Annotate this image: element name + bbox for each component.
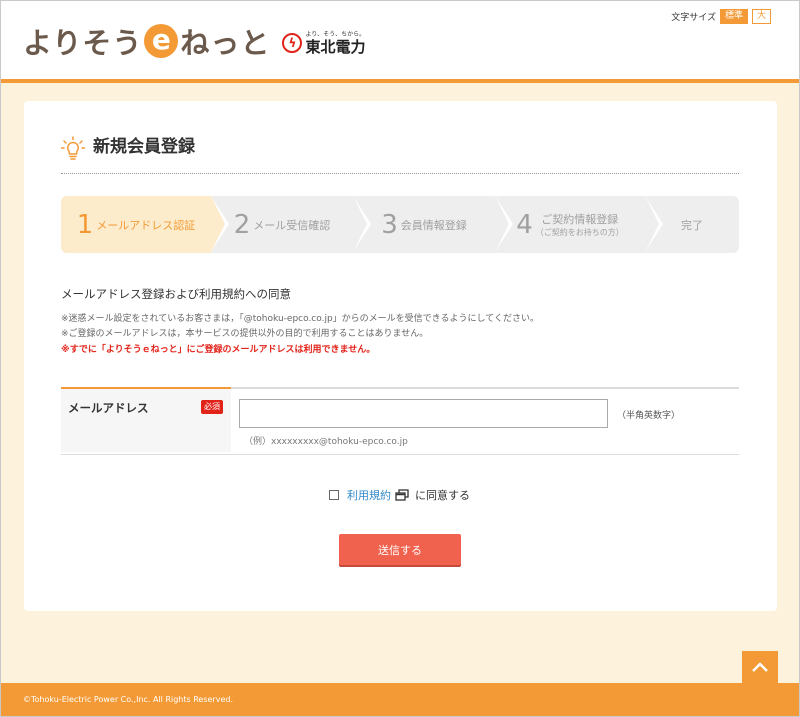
step-mail-confirm: 2 メール受信確認 [211, 196, 371, 253]
required-badge: 必須 [201, 400, 223, 414]
site-footer: ©Tohoku-Electric Power Co.,Inc. All Righ… [1, 683, 799, 716]
step-number: 1 [76, 209, 94, 240]
logo-e-mark: e [144, 24, 179, 58]
terms-agreement: 利用規約 に同意する [329, 487, 470, 503]
logo-text-2: ねっと [180, 26, 271, 60]
agree-text: に同意する [415, 489, 470, 502]
brand-logo: ϟ より、そう、ちから。 東北電力 [282, 31, 365, 55]
email-form-row: メールアドレス 必須 （半角英数字） （例）xxxxxxxxx@tohoku-e… [61, 387, 739, 455]
font-size-label: 文字サイズ [671, 13, 716, 23]
notice-line-spam: ※迷惑メール設定をされているお客さまは，「@tohoku-epco.co.jp」… [61, 314, 539, 324]
copyright-text: ©Tohoku-Electric Power Co.,Inc. All Righ… [23, 695, 234, 704]
step-label: ご契約情報登録 [541, 213, 619, 226]
step-sublabel: （ご契約をお持ちの方） [535, 228, 624, 237]
site-logo[interactable]: よりそう e ねっと ϟ より、そう、ちから。 東北電力 [23, 21, 365, 61]
external-window-icon [395, 489, 409, 501]
lightning-icon: ϟ [282, 33, 303, 53]
logo-text-1: よりそう [23, 26, 143, 60]
progress-steps: 1 メールアドレス認証 2 メール受信確認 3 会員情報登録 4 ご契約情報登録… [61, 196, 739, 253]
step-label: 会員情報登録 [400, 218, 467, 232]
step-number: 3 [381, 209, 398, 240]
page-title-text: 新規会員登録 [93, 137, 195, 157]
back-to-top-button[interactable] [742, 651, 778, 683]
email-field-cell: （半角英数字） （例）xxxxxxxxx@tohoku-epco.co.jp [231, 389, 739, 454]
submit-button[interactable]: 送信する [339, 534, 461, 565]
email-input[interactable] [239, 399, 608, 428]
agree-checkbox[interactable] [329, 490, 339, 500]
hankaku-hint: （半角英数字） [617, 411, 681, 421]
site-header: よりそう e ねっと ϟ より、そう、ちから。 東北電力 文字サイズ 標準 大 [1, 1, 799, 83]
step-label: 完了 [681, 218, 703, 232]
font-size-large-button[interactable]: 大 [751, 9, 771, 24]
step-member-info: 3 会員情報登録 [353, 196, 513, 253]
font-size-switcher: 文字サイズ 標準 大 [671, 9, 771, 24]
main-card: 新規会員登録 1 メールアドレス認証 2 メール受信確認 3 会員情報登録 4 … [24, 101, 777, 611]
notice-heading: メールアドレス登録および利用規約への同意 [61, 287, 291, 301]
notice-line-warning: ※すでに「よりそうｅねっと」にご登録のメールアドレスは利用できません。 [61, 345, 376, 355]
brand-name: 東北電力 [305, 38, 366, 56]
terms-link[interactable]: 利用規約 [347, 487, 391, 503]
step-number: 4 [516, 209, 533, 240]
step-label: メール受信確認 [253, 218, 331, 232]
chevron-up-icon [752, 662, 768, 672]
notice-line-privacy: ※ご登録のメールアドレスは，本サービスの提供以外の目的で利用することはありません… [61, 329, 429, 339]
font-size-standard-button[interactable]: 標準 [719, 9, 748, 24]
step-number: 2 [233, 209, 251, 240]
email-label: メールアドレス [68, 401, 149, 415]
step-email-auth: 1 メールアドレス認証 [61, 196, 229, 253]
lightbulb-icon [61, 136, 85, 160]
step-contract-info: 4 ご契約情報登録 （ご契約をお持ちの方） [495, 196, 663, 253]
step-label: メールアドレス認証 [96, 218, 196, 232]
email-example: （例）xxxxxxxxx@tohoku-epco.co.jp [244, 437, 408, 447]
page-title: 新規会員登録 [61, 136, 739, 174]
email-label-cell: メールアドレス 必須 [61, 387, 231, 452]
